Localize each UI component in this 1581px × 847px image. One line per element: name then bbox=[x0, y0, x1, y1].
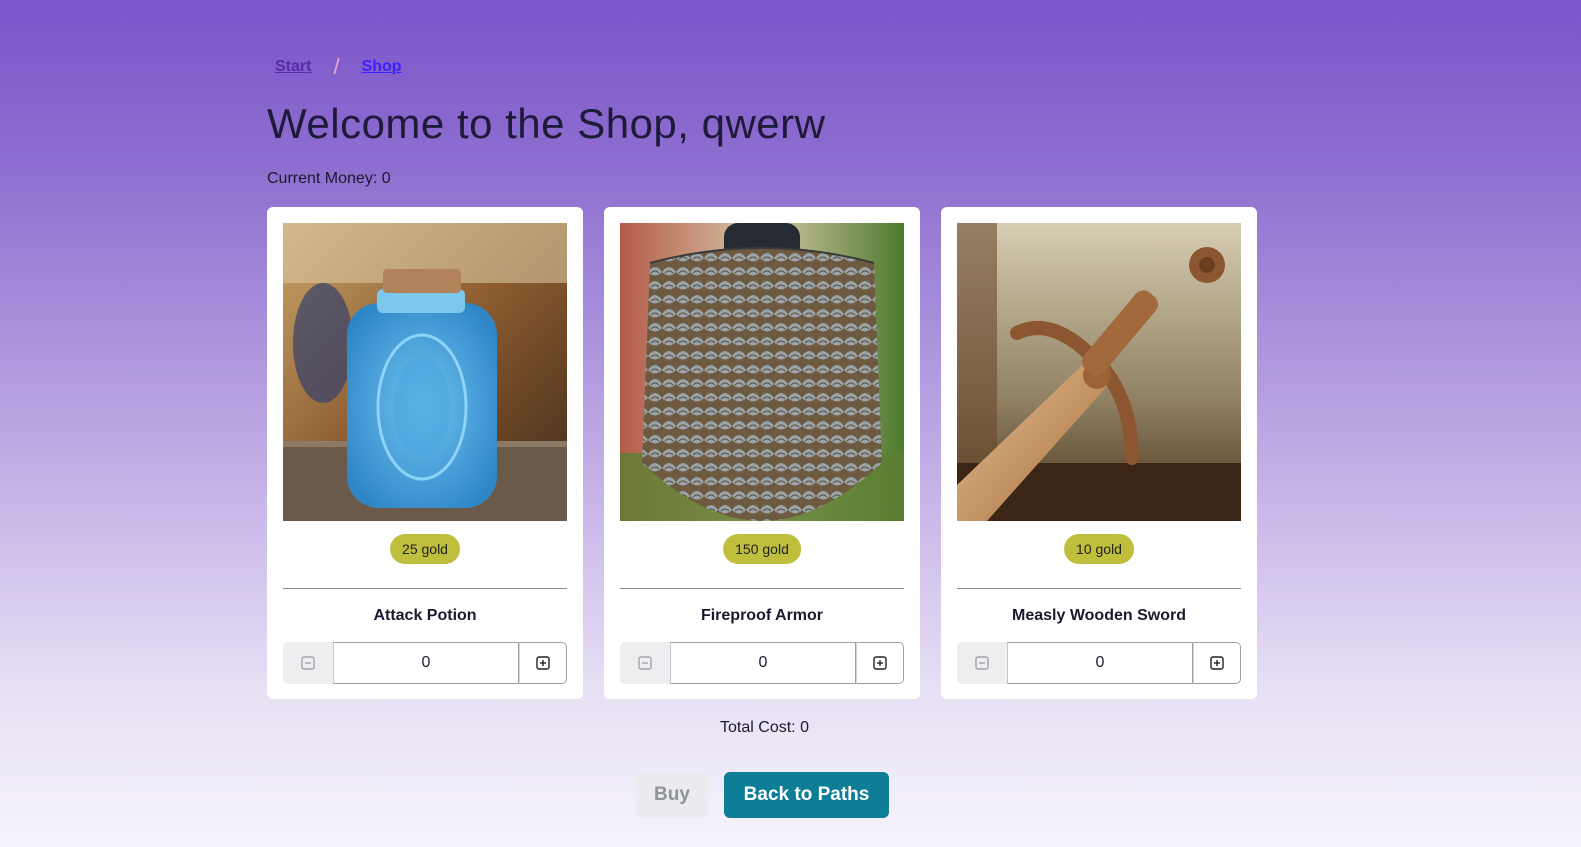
item-card: 25 gold Attack Potion 0 bbox=[267, 207, 583, 699]
increase-button[interactable] bbox=[1193, 642, 1241, 684]
breadcrumb-separator: / bbox=[333, 54, 340, 79]
quantity-input[interactable]: 0 bbox=[670, 642, 856, 684]
quantity-input[interactable]: 0 bbox=[333, 642, 519, 684]
decrease-button[interactable] bbox=[283, 642, 333, 684]
item-list: 25 gold Attack Potion 0 150 gold Firepro… bbox=[267, 207, 1257, 699]
minus-square-icon bbox=[638, 656, 652, 670]
divider bbox=[957, 588, 1241, 589]
item-name: Fireproof Armor bbox=[700, 607, 824, 624]
minus-square-icon bbox=[301, 656, 315, 670]
item-card: 150 gold Fireproof Armor 0 bbox=[604, 207, 920, 699]
current-money: Current Money: 0 bbox=[267, 170, 391, 187]
item-name: Attack Potion bbox=[373, 607, 477, 624]
decrease-button[interactable] bbox=[957, 642, 1007, 684]
increase-button[interactable] bbox=[856, 642, 904, 684]
quantity-stepper: 0 bbox=[957, 642, 1241, 684]
price-badge: 25 gold bbox=[390, 534, 460, 564]
divider bbox=[620, 588, 904, 589]
attack-potion-image bbox=[283, 223, 567, 521]
item-name: Measly Wooden Sword bbox=[1012, 607, 1186, 624]
breadcrumb-start-link[interactable]: Start bbox=[275, 58, 311, 76]
quantity-stepper: 0 bbox=[620, 642, 904, 684]
plus-square-icon bbox=[873, 656, 887, 670]
buy-button[interactable]: Buy bbox=[636, 772, 708, 818]
item-card: 10 gold Measly Wooden Sword 0 bbox=[941, 207, 1257, 699]
price-badge: 150 gold bbox=[723, 534, 801, 564]
wooden-sword-image bbox=[957, 223, 1241, 521]
breadcrumb-shop-link[interactable]: Shop bbox=[362, 58, 402, 76]
decrease-button[interactable] bbox=[620, 642, 670, 684]
minus-square-icon bbox=[975, 656, 989, 670]
plus-square-icon bbox=[536, 656, 550, 670]
page-title: Welcome to the Shop, qwerw bbox=[267, 100, 826, 147]
quantity-stepper: 0 bbox=[283, 642, 567, 684]
breadcrumb: Start / Shop bbox=[275, 54, 402, 80]
price-badge: 10 gold bbox=[1064, 534, 1134, 564]
total-cost: Total Cost: 0 bbox=[720, 719, 809, 736]
divider bbox=[283, 588, 567, 589]
plus-square-icon bbox=[1210, 656, 1224, 670]
back-to-paths-button[interactable]: Back to Paths bbox=[724, 772, 889, 818]
increase-button[interactable] bbox=[519, 642, 567, 684]
quantity-input[interactable]: 0 bbox=[1007, 642, 1193, 684]
action-buttons: Buy Back to Paths bbox=[636, 772, 889, 818]
fireproof-armor-image bbox=[620, 223, 904, 521]
